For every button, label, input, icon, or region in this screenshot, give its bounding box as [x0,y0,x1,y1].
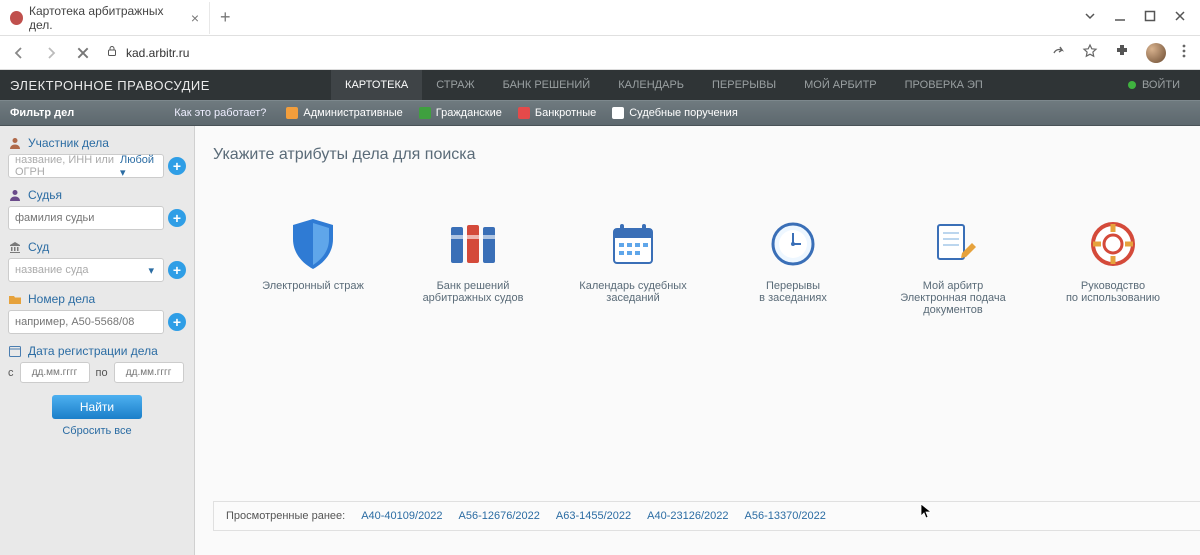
close-icon[interactable]: × [191,10,199,26]
binders-icon [393,214,553,274]
court-input[interactable]: название суда ▾ [8,258,164,282]
lock-icon [106,45,118,60]
chip-court-orders[interactable]: Судебные поручения [612,107,738,119]
calendar-large-icon [553,214,713,274]
chip-color-icon [419,107,431,119]
judge-label: Судья [8,188,186,202]
reload-cancel-icon[interactable] [74,46,92,60]
regdate-label: Дата регистрации дела [8,344,186,358]
add-judge-button[interactable]: + [168,209,186,227]
chevron-down-icon[interactable] [1084,10,1096,25]
star-icon[interactable] [1082,43,1098,62]
chip-bankruptcy[interactable]: Банкротные [518,107,596,119]
filter-toolbar: Фильтр дел Как это работает? Администрат… [0,100,1200,126]
browser-tabstrip: Картотека арбитражных дел. × + [0,0,1200,36]
judge-input[interactable] [8,206,164,230]
calendar-icon [8,344,22,358]
case-number-input[interactable] [8,310,164,334]
search-button[interactable]: Найти [52,395,142,419]
nav-check-ep[interactable]: ПРОВЕРКА ЭП [891,70,997,100]
chip-administrative[interactable]: Административные [286,107,402,119]
back-icon[interactable] [10,45,28,61]
chip-civil[interactable]: Гражданские [419,107,502,119]
nav-calendar[interactable]: КАЛЕНДАРЬ [604,70,698,100]
how-it-works-link[interactable]: Как это работает? [174,107,266,119]
card-guide[interactable]: Руководство по использованию [1033,214,1193,316]
url-text: kad.arbitr.ru [126,46,189,60]
clock-icon [713,214,873,274]
brand-title: ЭЛЕКТРОННОЕ ПРАВОСУДИЕ [10,78,210,93]
new-tab-button[interactable]: + [210,7,241,28]
court-label: Суд [8,240,186,254]
document-pen-icon [873,214,1033,274]
add-case-button[interactable]: + [168,313,186,331]
date-from-label: с [8,367,14,379]
folder-icon [8,292,22,306]
nav-my-arbitr[interactable]: МОЙ АРБИТР [790,70,891,100]
nav-kartoteka[interactable]: КАРТОТЕКА [331,70,422,100]
chip-color-icon [518,107,530,119]
card-sessions-calendar[interactable]: Календарь судебных заседаний [553,214,713,316]
date-to-input[interactable] [114,362,184,383]
lifebuoy-icon [1033,214,1193,274]
status-dot-icon [1128,81,1136,89]
card-electronic-guard[interactable]: Электронный страж [233,214,393,316]
window-maximize-icon[interactable] [1144,10,1156,25]
filter-title: Фильтр дел [10,107,74,119]
share-icon[interactable] [1050,43,1066,62]
date-from-input[interactable] [20,362,90,383]
window-minimize-icon[interactable] [1114,10,1126,25]
forward-icon[interactable] [42,45,60,61]
extensions-icon[interactable] [1114,43,1130,62]
card-breaks[interactable]: Перерывы в заседаниях [713,214,873,316]
chip-color-icon [612,107,624,119]
chip-label: Гражданские [436,107,502,119]
court-dropdown-icon[interactable]: ▾ [148,264,157,277]
recent-label: Просмотренные ранее: [226,510,345,522]
mouse-cursor-icon [920,503,932,522]
nav-bank[interactable]: БАНК РЕШЕНИЙ [489,70,605,100]
chip-label: Судебные поручения [629,107,738,119]
recent-case-link[interactable]: А63-1455/2022 [556,510,631,522]
add-participant-button[interactable]: + [168,157,186,175]
participant-type-dropdown[interactable]: Любой ▾ [120,154,157,179]
main-nav: КАРТОТЕКА СТРАЖ БАНК РЕШЕНИЙ КАЛЕНДАРЬ П… [331,70,997,100]
card-my-arbitr[interactable]: Мой арбитр Электронная подача документов [873,214,1033,316]
recently-viewed: Просмотренные ранее: А40-40109/2022 А56-… [213,501,1200,531]
shield-icon [233,214,393,274]
login-button[interactable]: ВОЙТИ [1118,79,1190,91]
reset-link[interactable]: Сбросить все [8,425,186,437]
browser-address-bar: kad.arbitr.ru [0,36,1200,70]
court-icon [8,240,22,254]
menu-dots-icon[interactable] [1182,43,1186,62]
search-hint: Укажите атрибуты дела для поиска [213,146,1200,164]
login-label: ВОЙТИ [1142,79,1180,91]
url-field[interactable]: kad.arbitr.ru [106,45,1036,60]
nav-straz[interactable]: СТРАЖ [422,70,488,100]
person-icon [8,136,22,150]
date-to-label: по [96,367,108,379]
case-label: Номер дела [8,292,186,306]
judge-icon [8,188,22,202]
chip-label: Административные [303,107,402,119]
tab-title: Картотека арбитражных дел. [29,4,179,32]
participant-input[interactable]: название, ИНН или ОГРН Любой ▾ [8,154,164,178]
tab-favicon [10,11,23,25]
participant-label: Участник дела [8,136,186,150]
profile-avatar[interactable] [1146,43,1166,63]
site-header: ЭЛЕКТРОННОЕ ПРАВОСУДИЕ КАРТОТЕКА СТРАЖ Б… [0,70,1200,100]
chip-color-icon [286,107,298,119]
recent-case-link[interactable]: А40-40109/2022 [361,510,442,522]
browser-tab[interactable]: Картотека арбитражных дел. × [0,2,210,34]
recent-case-link[interactable]: А56-12676/2022 [459,510,540,522]
recent-case-link[interactable]: А40-23126/2022 [647,510,728,522]
recent-case-link[interactable]: А56-13370/2022 [745,510,826,522]
window-close-icon[interactable] [1174,10,1186,25]
nav-pereryvy[interactable]: ПЕРЕРЫВЫ [698,70,790,100]
chip-label: Банкротные [535,107,596,119]
add-court-button[interactable]: + [168,261,186,279]
filter-sidebar: Участник дела название, ИНН или ОГРН Люб… [0,126,195,555]
card-decisions-bank[interactable]: Банк решений арбитражных судов [393,214,553,316]
main-content: Укажите атрибуты дела для поиска Электро… [195,126,1200,555]
